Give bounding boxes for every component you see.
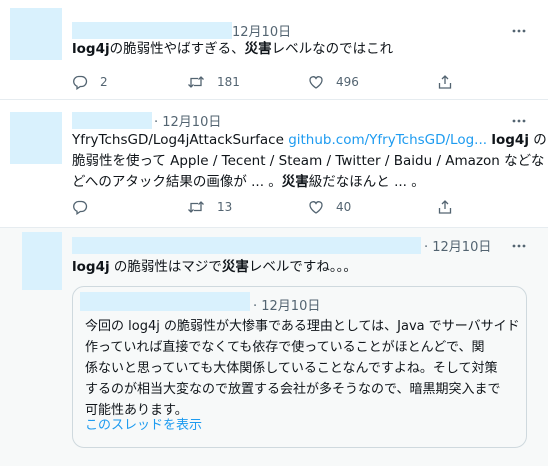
tweet-text: log4j の脆弱性はマジで災害レベルですね。。。 bbox=[72, 257, 357, 278]
author-name-redacted[interactable] bbox=[72, 112, 152, 129]
retweet-button[interactable]: 13 bbox=[187, 197, 232, 217]
tweet-text: log4jの脆弱性やばすぎる、災害レベルなのではこれ bbox=[72, 39, 393, 60]
more-icon[interactable] bbox=[512, 24, 526, 38]
quoted-tweet[interactable]: · 12月10日 今回の log4j の脆弱性が大惨事である理由としては、Jav… bbox=[72, 286, 527, 448]
quoted-text-line: 係ないと思っていても大体関係していることなんですよね。そして対策 bbox=[85, 361, 498, 376]
tweet[interactable]: · 12月10日 log4j の脆弱性はマジで災害レベルですね。。。 · 12月… bbox=[0, 228, 548, 466]
text-bold: log4j bbox=[72, 41, 110, 57]
like-button[interactable]: 40 bbox=[308, 197, 351, 217]
author-name-redacted[interactable] bbox=[72, 237, 421, 254]
reply-button[interactable] bbox=[72, 197, 88, 217]
tweet-text-line: 脆弱性を使って Apple / Tecent / Steam / Twitter… bbox=[72, 153, 545, 169]
tweet-timestamp[interactable]: · 12月10日 bbox=[424, 236, 491, 255]
tweet-timestamp[interactable]: 12月10日 bbox=[232, 21, 291, 40]
like-icon bbox=[308, 199, 324, 215]
text-bold: log4j bbox=[491, 132, 529, 148]
like-button[interactable]: 496 bbox=[308, 72, 359, 92]
tweet[interactable]: 12月10日 log4jの脆弱性やばすぎる、災害レベルなのではこれ 2 181 … bbox=[0, 0, 548, 100]
text-span: の脆弱性やばすぎる、 bbox=[109, 41, 245, 57]
retweet-icon bbox=[187, 74, 205, 90]
text-bold: 災害 bbox=[281, 174, 309, 190]
quoted-text-line: 作っていれば直接でなくても依存で使っていることがほとんどで、関 bbox=[85, 340, 485, 355]
like-icon bbox=[308, 74, 324, 90]
text-bold: 災害 bbox=[244, 41, 272, 57]
reply-icon bbox=[72, 74, 88, 90]
quoted-timestamp[interactable]: · 12月10日 bbox=[253, 295, 320, 314]
quoted-author-redacted[interactable] bbox=[80, 292, 250, 311]
text-span: どへのアタック結果の画像が ... 。 bbox=[72, 174, 282, 190]
author-name-redacted[interactable] bbox=[72, 22, 232, 39]
text-bold: 災害 bbox=[221, 259, 249, 275]
text-span: レベルですね。。。 bbox=[248, 259, 357, 275]
reply-button[interactable]: 2 bbox=[72, 72, 108, 92]
tweet-text-line: YfryTchsGD/Log4jAttackSurface github.com… bbox=[72, 130, 547, 151]
quoted-text-line: するのが相当大変なので放置する会社が多そうなので、暗黒期突入まで bbox=[85, 382, 501, 397]
quoted-text-line: 今回の log4j の脆弱性が大惨事である理由としては、Java でサーバサイド bbox=[85, 319, 520, 334]
reply-count: 2 bbox=[100, 75, 108, 89]
share-button[interactable] bbox=[437, 72, 453, 92]
text-span: の脆弱性はマジで bbox=[109, 259, 222, 275]
reply-icon bbox=[72, 199, 88, 215]
tweet-text-line: どへのアタック結果の画像が ... 。災害級だなほんと ... 。 bbox=[72, 172, 425, 193]
share-button[interactable] bbox=[437, 197, 453, 217]
like-count: 496 bbox=[336, 75, 359, 89]
retweet-button[interactable]: 181 bbox=[187, 72, 240, 92]
show-thread-link[interactable]: このスレッドを表示 bbox=[85, 414, 202, 433]
tweet-actions: 13 40 bbox=[72, 197, 472, 217]
tweet[interactable]: · 12月10日 YfryTchsGD/Log4jAttackSurface g… bbox=[0, 100, 548, 228]
like-count: 40 bbox=[336, 200, 352, 214]
share-icon bbox=[437, 199, 453, 215]
retweet-count: 13 bbox=[217, 200, 233, 214]
retweet-count: 181 bbox=[217, 75, 240, 89]
text-span: の bbox=[528, 132, 547, 148]
external-link[interactable]: github.com/YfryTchsGD/Log... bbox=[288, 132, 487, 148]
text-span: レベルなのではこれ bbox=[271, 41, 394, 57]
tweet-timestamp[interactable]: · 12月10日 bbox=[154, 111, 221, 130]
avatar[interactable] bbox=[10, 112, 62, 164]
more-icon[interactable] bbox=[512, 114, 526, 128]
text-bold: log4j bbox=[72, 259, 110, 275]
more-icon[interactable] bbox=[512, 239, 526, 253]
tweet-actions: 2 181 496 bbox=[72, 72, 472, 92]
avatar[interactable] bbox=[22, 232, 62, 290]
avatar[interactable] bbox=[10, 8, 62, 60]
share-icon bbox=[437, 74, 453, 90]
text-span: 級だなほんと ... 。 bbox=[308, 174, 425, 190]
retweet-icon bbox=[187, 199, 205, 215]
text-span: YfryTchsGD/Log4jAttackSurface bbox=[72, 132, 289, 148]
